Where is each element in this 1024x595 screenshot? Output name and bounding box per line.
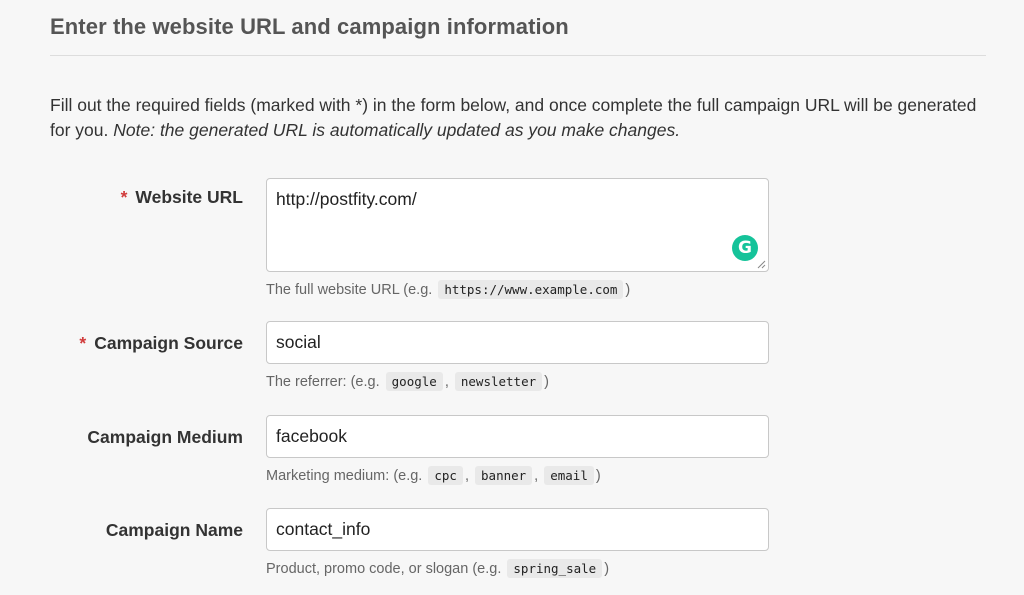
resize-handle-icon[interactable]: [757, 260, 766, 269]
help-suffix: ): [625, 282, 631, 298]
help-suffix: ): [595, 468, 601, 484]
website-url-value: http://postfity.com/: [276, 189, 417, 209]
campaign-medium-value: facebook: [276, 426, 348, 446]
help-example-code: banner: [475, 466, 533, 485]
grammarly-icon[interactable]: G: [732, 235, 758, 261]
campaign-source-label: * Campaign Source: [79, 333, 243, 354]
intro-note: Note: the generated URL is automatically…: [113, 120, 681, 140]
help-example-code: google: [385, 372, 443, 391]
campaign-source-label-text: Campaign Source: [94, 333, 243, 353]
section-title: Enter the website URL and campaign infor…: [50, 14, 569, 39]
campaign-name-value: contact_info: [276, 519, 371, 539]
help-suffix: ): [604, 561, 610, 577]
website-url-help: The full website URL (e.g. https://www.e…: [266, 280, 631, 299]
intro-text: Fill out the required fields (marked wit…: [50, 93, 990, 143]
campaign-name-input[interactable]: contact_info: [266, 508, 769, 551]
help-prefix: The full website URL (e.g.: [266, 282, 433, 298]
website-url-textarea[interactable]: http://postfity.com/ G: [266, 178, 769, 272]
campaign-medium-input[interactable]: facebook: [266, 415, 769, 458]
campaign-source-value: social: [276, 332, 321, 352]
website-url-label: * Website URL: [121, 187, 243, 208]
help-prefix: The referrer: (e.g.: [266, 374, 380, 390]
campaign-medium-label: Campaign Medium: [87, 427, 243, 447]
help-example-code: cpc: [428, 466, 463, 485]
section-divider: [50, 55, 986, 56]
help-example-code: spring_sale: [507, 559, 603, 578]
campaign-source-help: The referrer: (e.g. google, newsletter): [266, 372, 549, 391]
help-example-code: email: [544, 466, 594, 485]
campaign-medium-help: Marketing medium: (e.g. cpc, banner, ema…: [266, 466, 601, 485]
campaign-name-help: Product, promo code, or slogan (e.g. spr…: [266, 559, 610, 578]
campaign-source-input[interactable]: social: [266, 321, 769, 364]
help-suffix: ): [544, 374, 549, 390]
help-example-code: https://www.example.com: [438, 280, 624, 299]
website-url-label-text: Website URL: [135, 187, 243, 207]
required-marker: *: [79, 333, 87, 353]
required-marker: *: [120, 187, 128, 207]
help-example-code: newsletter: [454, 372, 543, 391]
help-prefix: Marketing medium: (e.g.: [266, 468, 423, 484]
help-prefix: Product, promo code, or slogan (e.g.: [266, 561, 502, 577]
campaign-name-label: Campaign Name: [105, 520, 243, 540]
